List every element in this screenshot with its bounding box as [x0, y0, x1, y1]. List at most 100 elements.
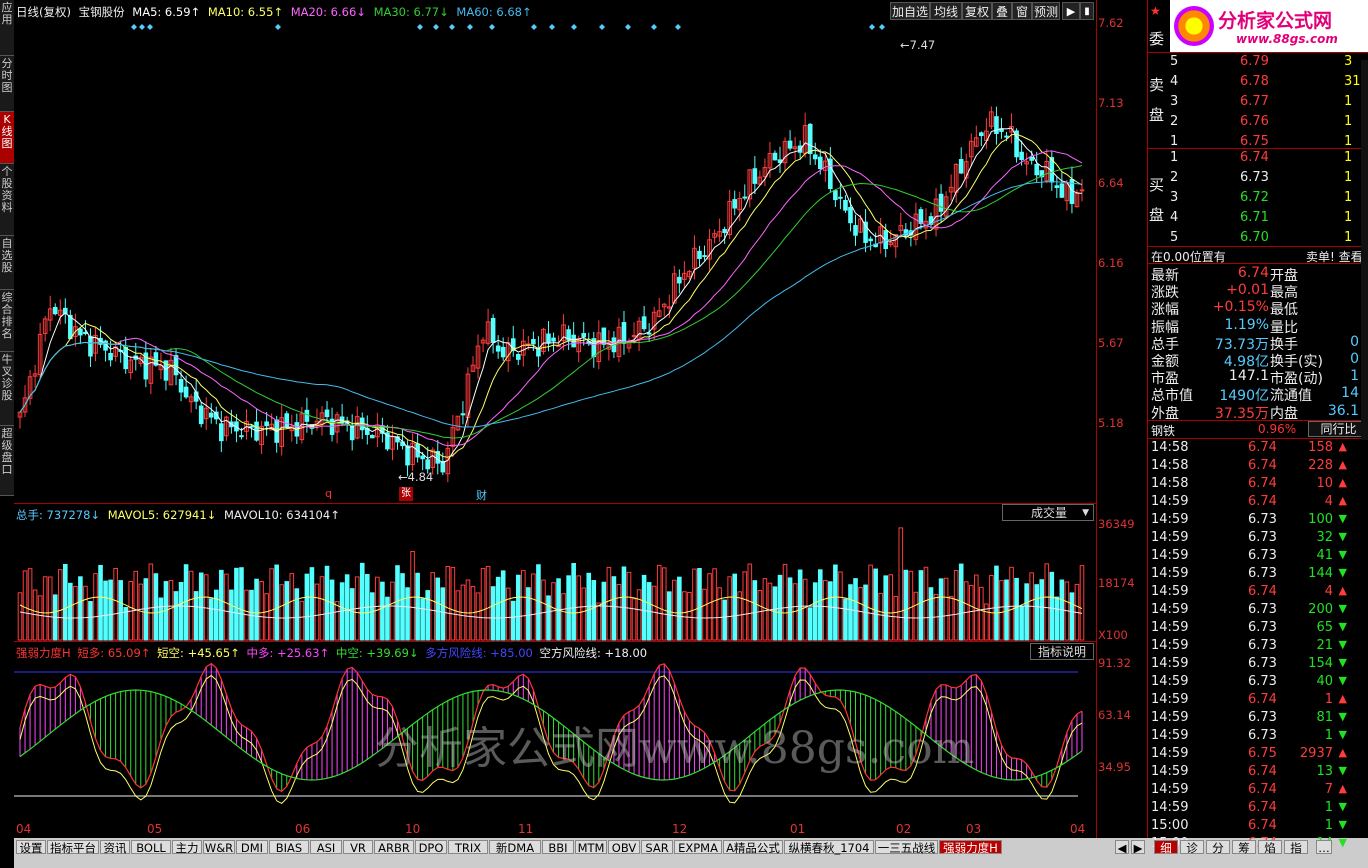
left-tab-1[interactable]: 分时图 — [0, 56, 14, 112]
bottom-tab-14[interactable]: BBI — [542, 840, 574, 855]
toolbar-button-2[interactable]: 复权 — [962, 2, 992, 20]
tick-row[interactable]: 14:59 6.75 2937 ▲ — [1148, 746, 1368, 764]
tick-row[interactable]: 14:59 6.74 1 ▲ — [1148, 692, 1368, 710]
bottom-tab-11[interactable]: DPO — [415, 840, 447, 855]
left-tab-7[interactable]: 超级盘口 — [0, 426, 14, 496]
vol-axis-mid: 18174 — [1098, 576, 1135, 590]
toolbar-button-3[interactable]: 叠 — [992, 2, 1012, 20]
mark-q[interactable]: q — [325, 487, 332, 500]
arrow-up-icon: ▲ — [1338, 746, 1347, 759]
volume-bar — [526, 587, 531, 641]
bottom-tab-18[interactable]: EXPMA — [674, 840, 722, 855]
left-tab-3[interactable]: 个股资料 — [0, 164, 14, 236]
toolbar-button-1[interactable]: 均线 — [930, 2, 962, 20]
right-tab-1[interactable]: 诊 — [1180, 840, 1204, 855]
tick-time: 14:59 — [1151, 656, 1189, 671]
tick-row[interactable]: 15:00 6.74 1 ▼ — [1148, 818, 1368, 836]
tab-scroll-left-icon[interactable]: ◀ — [1115, 840, 1129, 855]
tick-time: 14:58 — [1151, 458, 1189, 473]
arrow-down-icon: ▼ — [1338, 836, 1347, 849]
mark-cai[interactable]: 财 — [476, 487, 487, 503]
tick-row[interactable]: 14:59 6.73 40 ▼ — [1148, 674, 1368, 692]
bottom-tab-16[interactable]: OBV — [608, 840, 640, 855]
left-tab-4[interactable]: 自选股 — [0, 236, 14, 290]
right-tab-4[interactable]: 焰 — [1258, 840, 1282, 855]
tab-scroll-right-icon[interactable]: ▶ — [1131, 840, 1145, 855]
tick-row[interactable]: 14:59 6.73 21 ▼ — [1148, 638, 1368, 656]
tick-row[interactable]: 14:59 6.73 32 ▼ — [1148, 530, 1368, 548]
bottom-tab-13[interactable]: 新DMA — [489, 840, 541, 855]
tick-volume: 1 — [1324, 692, 1333, 707]
tick-row[interactable]: 14:59 6.74 13 ▼ — [1148, 764, 1368, 782]
left-tab-5[interactable]: 综合排名 — [0, 290, 14, 352]
volume-bar — [1039, 579, 1045, 641]
volume-bar — [546, 595, 551, 641]
sector-compare-button[interactable]: 同行比 — [1308, 421, 1368, 437]
tick-row[interactable]: 14:59 6.73 200 ▼ — [1148, 602, 1368, 620]
mark-zhang[interactable]: 张 — [399, 487, 413, 501]
bottom-tab-2[interactable]: 资讯 — [100, 840, 130, 855]
bottom-tab-10[interactable]: ARBR — [374, 840, 414, 855]
volume-selector[interactable]: 成交量 ▼ — [1002, 504, 1094, 521]
bottom-tab-17[interactable]: SAR — [641, 840, 673, 855]
tick-time: 14:59 — [1151, 728, 1189, 743]
volume-bar — [465, 579, 471, 641]
bottom-tab-6[interactable]: DMI — [236, 840, 268, 855]
tick-volume: 1 — [1324, 818, 1333, 833]
tick-row[interactable]: 14:59 6.73 81 ▼ — [1148, 710, 1368, 728]
tick-row[interactable]: 14:59 6.73 144 ▼ — [1148, 566, 1368, 584]
right-tab-2[interactable]: 分 — [1206, 840, 1230, 855]
bottom-tab-9[interactable]: VR — [343, 840, 373, 855]
arrow-down-icon: ▼ — [1338, 656, 1347, 669]
right-tab-0[interactable]: 细 — [1154, 840, 1178, 855]
tick-row[interactable]: 14:58 6.74 158 ▲ — [1148, 440, 1368, 458]
ind-axis-mid: 63.14 — [1098, 708, 1131, 722]
toolbar-button-4[interactable]: 窗 — [1012, 2, 1032, 20]
volume-bar — [229, 589, 234, 641]
bottom-tab-4[interactable]: 主力 — [172, 840, 202, 855]
tick-row[interactable]: 14:59 6.73 65 ▼ — [1148, 620, 1368, 638]
bottom-tab-3[interactable]: BOLL — [131, 840, 171, 855]
sector-name[interactable]: 钢铁 — [1151, 422, 1175, 439]
volume-bar — [843, 598, 848, 641]
logo-url: www.88gs.com — [1236, 32, 1338, 46]
bottom-tab-5[interactable]: W&R — [203, 840, 235, 855]
buy-row: 4 6.71 1 — [1148, 210, 1368, 228]
toolbar-button-0[interactable]: 加自选 — [890, 2, 930, 20]
tick-price: 6.74 — [1248, 476, 1277, 491]
left-tab-2[interactable]: K线图 — [0, 112, 14, 164]
left-tab-6[interactable]: 牛叉诊股 — [0, 352, 14, 426]
bottom-tab-20[interactable]: 纵横春秋_1704 — [784, 840, 874, 855]
tick-row[interactable]: 14:59 6.74 1 ▼ — [1148, 800, 1368, 818]
bottom-tab-15[interactable]: MTM — [575, 840, 607, 855]
right-tab-3[interactable]: 筹 — [1232, 840, 1256, 855]
volume-bar — [375, 576, 380, 641]
tick-row[interactable]: 14:59 6.73 154 ▼ — [1148, 656, 1368, 674]
bottom-tab-1[interactable]: 指标平台 — [47, 840, 99, 855]
volume-bar — [490, 586, 496, 641]
toolbar-button-5[interactable]: 预测 — [1032, 2, 1060, 20]
tick-row[interactable]: 14:59 6.74 4 ▲ — [1148, 494, 1368, 512]
bottom-tab-22[interactable]: 强弱力度H — [939, 840, 1002, 855]
star-icon[interactable]: ★ — [1150, 4, 1161, 18]
bottom-tab-0[interactable]: 设置 — [16, 840, 46, 855]
scrollbar[interactable] — [1361, 60, 1368, 440]
bottom-tab-21[interactable]: 一三五战线 — [875, 840, 938, 855]
left-tab-0[interactable]: 应用 — [0, 0, 14, 56]
tick-row[interactable]: 14:58 6.74 228 ▲ — [1148, 458, 1368, 476]
bottom-tab-7[interactable]: BIAS — [269, 840, 309, 855]
tick-row[interactable]: 14:59 6.74 4 ▲ — [1148, 584, 1368, 602]
tick-row[interactable]: 14:58 6.74 10 ▲ — [1148, 476, 1368, 494]
tick-row[interactable]: 14:59 6.73 1 ▼ — [1148, 728, 1368, 746]
bottom-tab-19[interactable]: A精品公式 — [723, 840, 783, 855]
right-tab-more-icon[interactable]: … — [1316, 840, 1332, 855]
bottom-tab-8[interactable]: ASI — [310, 840, 342, 855]
tick-row[interactable]: 14:59 6.73 41 ▼ — [1148, 548, 1368, 566]
right-tab-5[interactable]: 指 — [1284, 840, 1308, 855]
sell-volume: 3 — [1344, 54, 1353, 69]
tick-time: 14:59 — [1151, 746, 1189, 761]
bottom-tab-12[interactable]: TRIX — [448, 840, 488, 855]
tick-row[interactable]: 14:59 6.74 7 ▲ — [1148, 782, 1368, 800]
indicator-help-button[interactable]: 指标说明 — [1030, 643, 1094, 660]
tick-row[interactable]: 14:59 6.73 100 ▼ — [1148, 512, 1368, 530]
